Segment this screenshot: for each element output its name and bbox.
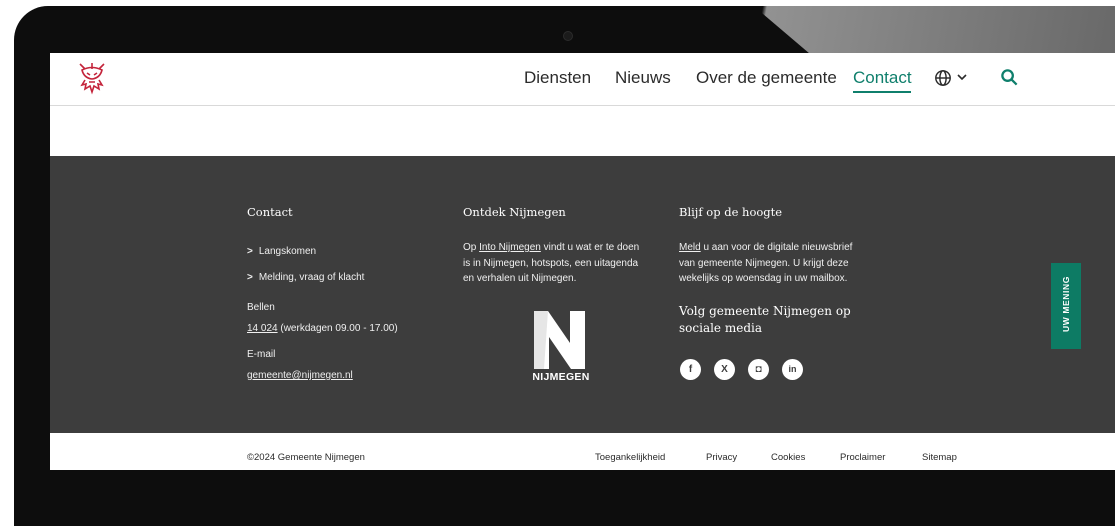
feedback-tab[interactable]: UW MENING (1051, 263, 1081, 349)
linkedin-icon[interactable]: in (782, 359, 803, 380)
site-footer: Contact > Langskomen > Melding, vraag of k… (50, 156, 1115, 433)
footer-email-label: E-mail (247, 349, 276, 360)
into-nijmegen-link[interactable]: Into Nijmegen (479, 242, 541, 253)
chevron-right-icon: > (247, 246, 253, 257)
footer-phone-label: Bellen (247, 302, 275, 313)
phone-number-link[interactable]: 14 024 (247, 323, 278, 334)
facebook-icon[interactable]: f (680, 359, 701, 380)
footer-discover-text: Op Into Nijmegen vindt u wat er te doen … (463, 242, 640, 284)
x-icon[interactable]: X (714, 359, 735, 380)
link-proclaimer[interactable]: Proclaimer (840, 452, 885, 463)
nijmegen-logo-text: NIJMEGEN (532, 371, 590, 383)
footer-news-title: Blijf op de hoogte (679, 205, 783, 219)
footer-phone: 14 024 (werkdagen 09.00 - 17.00) (247, 323, 398, 334)
footer-contact-title: Contact (247, 205, 293, 219)
footer-news-text: Meld u aan voor de digitale nieuwsbrief … (679, 242, 853, 284)
nav-contact[interactable]: Contact (853, 68, 912, 88)
chevron-down-icon[interactable] (957, 72, 967, 82)
chevron-right-icon: > (247, 272, 253, 283)
link-toegankelijkheid[interactable]: Toegankelijkheid (595, 452, 665, 463)
site-header: Diensten Nieuws Over de gemeente Contact (50, 53, 1115, 106)
footer-email-link[interactable]: gemeente@nijmegen.nl (247, 368, 353, 384)
laptop-frame: Diensten Nieuws Over de gemeente Contact (0, 0, 1115, 526)
footer-link-langskomen[interactable]: > Langskomen (247, 244, 316, 260)
browser-screen: Diensten Nieuws Over de gemeente Contact (50, 53, 1115, 470)
link-cookies[interactable]: Cookies (771, 452, 805, 463)
active-nav-underline (853, 91, 911, 93)
nijmegen-n-logo[interactable] (530, 301, 590, 381)
nav-nieuws[interactable]: Nieuws (615, 68, 671, 88)
link-sitemap[interactable]: Sitemap (922, 452, 957, 463)
footer-discover-title: Ontdek Nijmegen (463, 205, 566, 219)
link-privacy[interactable]: Privacy (706, 452, 737, 463)
footer-link-melding[interactable]: > Melding, vraag of klacht (247, 270, 364, 286)
instagram-icon[interactable]: ◘ (748, 359, 769, 380)
nijmegen-crest-logo[interactable] (76, 61, 108, 95)
search-icon[interactable] (1000, 68, 1019, 87)
nav-over-de-gemeente[interactable]: Over de gemeente (696, 68, 837, 88)
content-area (50, 106, 1115, 156)
copyright-text: ©2024 Gemeente Nijmegen (247, 452, 365, 463)
globe-icon[interactable] (934, 69, 952, 87)
nav-diensten[interactable]: Diensten (524, 68, 591, 88)
footer-social-title: Volg gemeente Nijmegen op sociale media (679, 304, 851, 335)
webcam (563, 31, 573, 41)
meld-link[interactable]: Meld (679, 242, 701, 253)
footer-bottom-bar: ©2024 Gemeente Nijmegen Toegankelijkheid… (50, 433, 1115, 470)
